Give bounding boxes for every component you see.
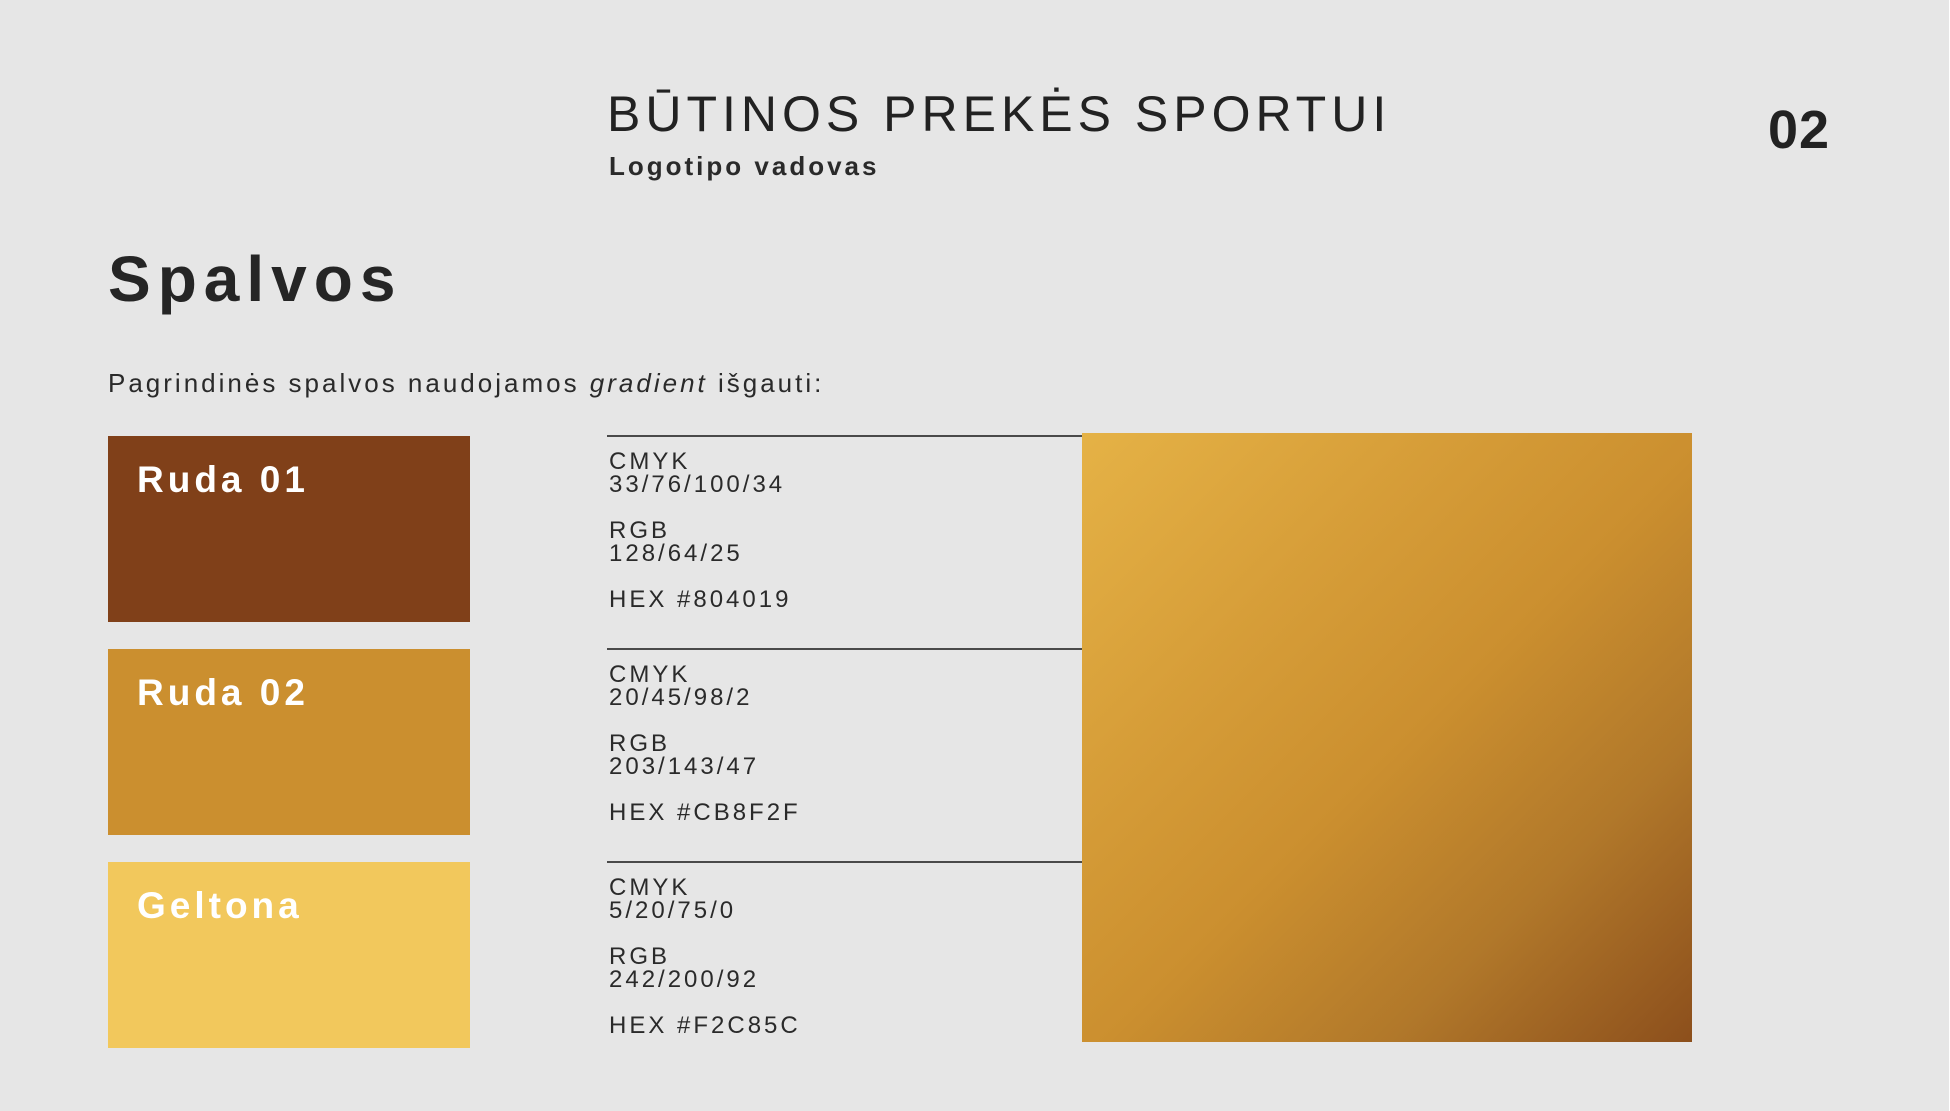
brand-title: BŪTINOS PREKĖS SPORTUI	[607, 86, 1392, 142]
cmyk-label: CMYK	[609, 448, 691, 475]
swatch-label: Ruda 01	[137, 459, 309, 500]
color-swatch-ruda-02: Ruda 02	[108, 649, 470, 835]
cmyk-value: 33/76/100/34	[609, 471, 786, 498]
spec-divider	[607, 648, 1082, 650]
color-spec-ruda-01: CMYK 33/76/100/34 RGB 128/64/25 HEX #804…	[609, 448, 792, 613]
rgb-value: 128/64/25	[609, 540, 743, 567]
spec-divider	[607, 861, 1082, 863]
cmyk-label: CMYK	[609, 874, 691, 901]
hex-value: HEX #804019	[609, 586, 792, 613]
rgb-label: RGB	[609, 943, 671, 970]
color-guide-page: BŪTINOS PREKĖS SPORTUI Logotipo vadovas …	[0, 0, 1950, 1111]
intro-suffix: išgauti:	[707, 368, 825, 398]
gradient-preview	[1082, 433, 1692, 1042]
swatch-label: Ruda 02	[137, 672, 309, 713]
rgb-value: 242/200/92	[609, 966, 760, 993]
rgb-label: RGB	[609, 517, 671, 544]
rgb-value: 203/143/47	[609, 753, 760, 780]
spec-divider	[607, 435, 1082, 437]
rgb-label: RGB	[609, 730, 671, 757]
color-spec-ruda-02: CMYK 20/45/98/2 RGB 203/143/47 HEX #CB8F…	[609, 661, 801, 826]
intro-prefix: Pagrindinės spalvos naudojamos	[108, 368, 590, 398]
page-number: 02	[1768, 100, 1831, 160]
intro-emphasis: gradient	[589, 368, 708, 398]
color-spec-geltona: CMYK 5/20/75/0 RGB 242/200/92 HEX #F2C85…	[609, 874, 801, 1039]
hex-value: HEX #F2C85C	[609, 1012, 801, 1039]
cmyk-label: CMYK	[609, 661, 691, 688]
cmyk-value: 5/20/75/0	[609, 897, 737, 924]
brand-subtitle: Logotipo vadovas	[609, 151, 880, 181]
color-swatch-geltona: Geltona	[108, 862, 470, 1048]
hex-value: HEX #CB8F2F	[609, 799, 801, 826]
intro-text: Pagrindinės spalvos naudojamos gradient …	[108, 366, 824, 400]
cmyk-value: 20/45/98/2	[609, 684, 753, 711]
section-title: Spalvos	[108, 243, 403, 315]
color-swatch-ruda-01: Ruda 01	[108, 436, 470, 622]
swatch-label: Geltona	[137, 885, 303, 926]
